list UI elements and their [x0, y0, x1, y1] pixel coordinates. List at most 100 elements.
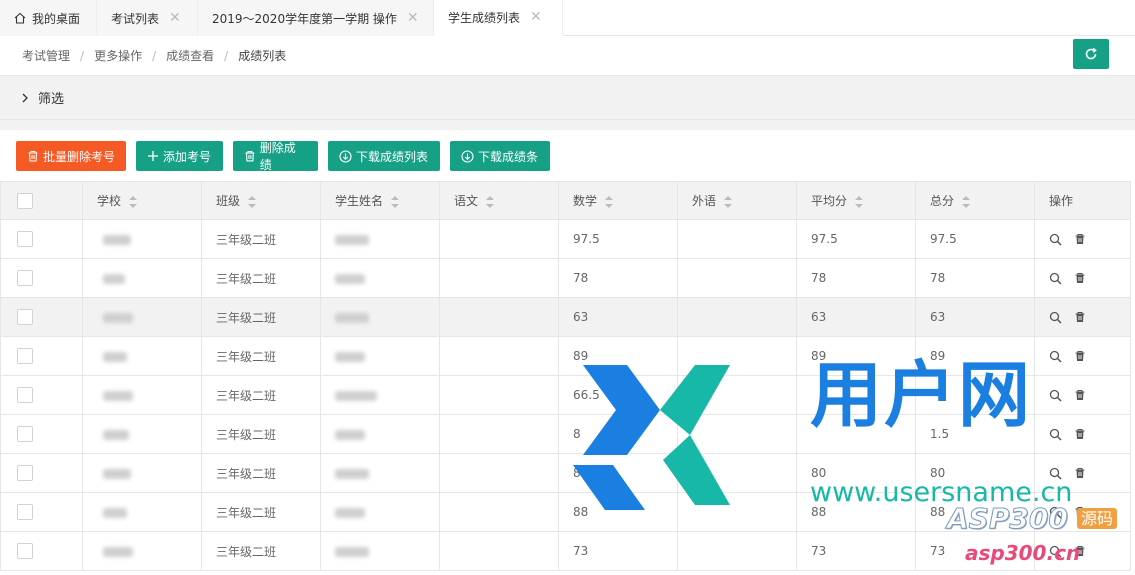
sort-icon[interactable]	[129, 195, 138, 208]
delete-button[interactable]	[1074, 389, 1086, 401]
delete-button[interactable]	[1074, 545, 1086, 557]
view-button[interactable]	[1049, 467, 1062, 480]
col-header-total[interactable]: 总分	[915, 181, 1035, 220]
col-header-school[interactable]: 学校	[82, 181, 202, 220]
tab-semester-ops[interactable]: 2019～2020学年度第一学期 操作 ✕	[198, 0, 434, 36]
row-checkbox[interactable]	[17, 504, 33, 520]
sort-icon[interactable]	[248, 195, 257, 208]
breadcrumb-item[interactable]: 更多操作	[94, 47, 142, 64]
cell-class: 三年级二班	[201, 258, 321, 298]
tab-exam-list[interactable]: 考试列表 ✕	[97, 0, 198, 36]
filter-toggle[interactable]: 筛选	[0, 76, 1135, 120]
view-button[interactable]	[1049, 545, 1062, 558]
sort-icon[interactable]	[486, 195, 495, 208]
col-header-foreign[interactable]: 外语	[677, 181, 797, 220]
cell-chinese	[439, 219, 559, 259]
cell-math: 73	[558, 531, 678, 571]
cell-actions	[1034, 453, 1131, 493]
cell-class: 三年级二班	[201, 414, 321, 454]
redacted-name	[335, 507, 365, 518]
cell-average: 78	[796, 258, 916, 298]
row-checkbox[interactable]	[17, 309, 33, 325]
table-row[interactable]: 三年级二班 73 73 73	[0, 531, 1131, 571]
col-header-name[interactable]: 学生姓名	[320, 181, 440, 220]
close-icon[interactable]: ✕	[530, 10, 542, 24]
delete-scores-button[interactable]: 删除成绩	[233, 141, 318, 172]
cell-name	[320, 453, 440, 493]
cell-class: 三年级二班	[201, 453, 321, 493]
cell-foreign	[677, 453, 797, 493]
delete-button[interactable]	[1074, 506, 1086, 518]
cell-chinese	[439, 336, 559, 376]
table-row[interactable]: 三年级二班 66.5	[0, 375, 1131, 415]
trash-icon	[1075, 272, 1085, 283]
col-header-average[interactable]: 平均分	[796, 181, 916, 220]
redacted-name	[335, 234, 369, 245]
redacted-school	[103, 507, 127, 518]
col-header-math[interactable]: 数学	[558, 181, 678, 220]
batch-delete-button[interactable]: 批量删除考号	[16, 141, 126, 171]
view-button[interactable]	[1049, 350, 1062, 363]
view-button[interactable]	[1049, 233, 1062, 246]
table-row[interactable]: 三年级二班 89 89 89	[0, 336, 1131, 376]
table-row[interactable]: 三年级二班 8 1.5	[0, 414, 1131, 454]
row-checkbox-cell	[0, 453, 83, 493]
col-header-chinese[interactable]: 语文	[439, 181, 559, 220]
cell-total: 1.5	[915, 414, 1035, 454]
cell-math: 97.5	[558, 219, 678, 259]
sort-icon[interactable]	[724, 195, 733, 208]
select-all-checkbox[interactable]	[17, 192, 33, 209]
row-checkbox[interactable]	[17, 543, 33, 559]
cell-chinese	[439, 414, 559, 454]
row-checkbox[interactable]	[17, 387, 33, 403]
view-button[interactable]	[1049, 506, 1062, 519]
table-row[interactable]: 三年级二班 63 63 63	[0, 297, 1131, 337]
row-checkbox-cell	[0, 336, 83, 376]
sort-icon[interactable]	[605, 195, 614, 208]
delete-button[interactable]	[1074, 272, 1086, 284]
delete-button[interactable]	[1074, 428, 1086, 440]
close-icon[interactable]: ✕	[169, 11, 181, 25]
breadcrumb-item[interactable]: 考试管理	[22, 47, 70, 64]
sort-icon[interactable]	[855, 195, 864, 208]
refresh-button[interactable]	[1073, 39, 1109, 69]
table-row[interactable]: 三年级二班 97.5 97.5 97.5	[0, 219, 1131, 259]
sort-icon[interactable]	[962, 195, 971, 208]
delete-button[interactable]	[1074, 350, 1086, 362]
delete-button[interactable]	[1074, 467, 1086, 479]
sort-icon[interactable]	[391, 195, 400, 208]
table-row[interactable]: 三年级二班 88 88 88	[0, 492, 1131, 532]
cell-foreign	[677, 258, 797, 298]
button-label: 批量删除考号	[43, 149, 116, 164]
delete-button[interactable]	[1074, 233, 1086, 245]
view-button[interactable]	[1049, 428, 1062, 441]
tab-desktop[interactable]: 我的桌面	[0, 0, 97, 36]
row-checkbox[interactable]	[17, 231, 33, 247]
search-icon	[1049, 389, 1062, 402]
download-list-button[interactable]: 下载成绩列表	[328, 141, 440, 171]
view-button[interactable]	[1049, 311, 1062, 324]
cell-school	[82, 258, 202, 298]
row-checkbox[interactable]	[17, 270, 33, 286]
delete-button[interactable]	[1074, 311, 1086, 323]
col-header-class[interactable]: 班级	[201, 181, 321, 220]
cell-name	[320, 219, 440, 259]
row-checkbox[interactable]	[17, 348, 33, 364]
tab-label: 学生成绩列表	[448, 10, 521, 25]
redacted-school	[103, 546, 133, 557]
add-exam-no-button[interactable]: 添加考号	[136, 141, 223, 171]
tab-student-scores[interactable]: 学生成绩列表 ✕	[434, 0, 563, 36]
row-checkbox[interactable]	[17, 465, 33, 481]
cell-average: 80	[796, 453, 916, 493]
view-button[interactable]	[1049, 389, 1062, 402]
table-row[interactable]: 三年级二班 78 78 78	[0, 258, 1131, 298]
search-icon	[1049, 272, 1062, 285]
breadcrumb-item[interactable]: 成绩查看	[166, 47, 214, 64]
row-checkbox[interactable]	[17, 426, 33, 442]
table-row[interactable]: 三年级二班 80 80 80	[0, 453, 1131, 493]
view-button[interactable]	[1049, 272, 1062, 285]
download-slip-button[interactable]: 下载成绩条	[450, 141, 550, 171]
cell-average	[796, 414, 916, 454]
cell-average: 73	[796, 531, 916, 571]
close-icon[interactable]: ✕	[407, 11, 419, 25]
